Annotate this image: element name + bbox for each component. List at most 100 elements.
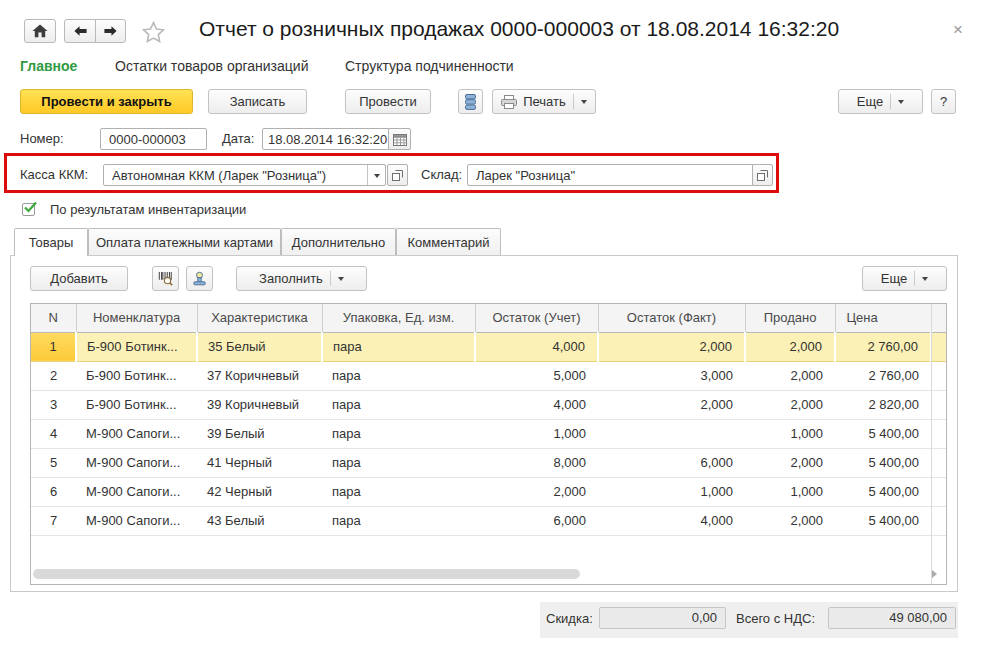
tab-comment[interactable]: Комментарий: [396, 228, 501, 255]
table-cell[interactable]: 6: [31, 477, 76, 506]
column-header-price[interactable]: Цена: [835, 304, 931, 332]
column-header-balance-accounting[interactable]: Остаток (Учет): [475, 304, 598, 332]
table-row[interactable]: 2Б-900 Ботинк...37 Коричневыйпара5,0003,…: [31, 361, 946, 390]
kkm-dropdown-button[interactable]: [367, 165, 385, 185]
table-cell[interactable]: М-900 Сапоги...: [76, 477, 197, 506]
table-cell[interactable]: 43 Белый: [197, 506, 322, 535]
table-row[interactable]: 7М-900 Сапоги...43 Белыйпара6,0004,0002,…: [31, 506, 946, 535]
more-button[interactable]: Еще: [838, 89, 923, 114]
table-cell[interactable]: [931, 477, 946, 506]
table-cell[interactable]: 5 400,00: [835, 419, 931, 448]
add-row-button[interactable]: Добавить: [30, 266, 128, 291]
table-cell[interactable]: 6,000: [598, 448, 745, 477]
table-cell[interactable]: [931, 506, 946, 535]
warehouse-open-button[interactable]: [752, 164, 773, 186]
table-cell[interactable]: пара: [322, 419, 475, 448]
table-cell[interactable]: 5 400,00: [835, 506, 931, 535]
table-row[interactable]: 6М-900 Сапоги...42 Черныйпара2,0001,0001…: [31, 477, 946, 506]
table-cell[interactable]: 5 400,00: [835, 448, 931, 477]
table-row[interactable]: 4М-900 Сапоги...39 Белыйпара1,0001,0005 …: [31, 419, 946, 448]
price-check-button[interactable]: [186, 266, 213, 291]
table-cell[interactable]: 4,000: [475, 332, 598, 361]
horizontal-scrollbar-thumb[interactable]: [33, 569, 580, 579]
table-cell[interactable]: 1,000: [745, 477, 835, 506]
date-field[interactable]: 18.08.2014 16:32:20: [262, 128, 390, 150]
table-cell[interactable]: М-900 Сапоги...: [76, 419, 197, 448]
post-button[interactable]: Провести: [345, 89, 431, 114]
table-cell[interactable]: 4,000: [475, 390, 598, 419]
table-cell[interactable]: 39 Коричневый: [197, 390, 322, 419]
column-header-n[interactable]: N: [31, 304, 76, 332]
close-button[interactable]: ×: [953, 22, 963, 38]
favorite-star-button[interactable]: [142, 21, 165, 46]
scrollbar-right-arrow-icon[interactable]: [932, 570, 941, 578]
table-cell[interactable]: 6,000: [475, 506, 598, 535]
kkm-combo[interactable]: Автономная ККМ (Ларек "Розница"): [103, 164, 386, 186]
table-cell[interactable]: 42 Черный: [197, 477, 322, 506]
write-button[interactable]: Записать: [208, 89, 307, 114]
table-cell[interactable]: [931, 390, 946, 419]
table-cell[interactable]: 2,000: [598, 332, 745, 361]
tab-additional[interactable]: Дополнительно: [281, 228, 396, 255]
table-cell[interactable]: 2,000: [745, 332, 835, 361]
table-cell[interactable]: 39 Белый: [197, 419, 322, 448]
table-cell[interactable]: 1,000: [598, 477, 745, 506]
table-cell[interactable]: 2,000: [745, 361, 835, 390]
table-cell[interactable]: 1,000: [475, 419, 598, 448]
column-header-characteristic[interactable]: Характеристика: [197, 304, 322, 332]
table-cell[interactable]: 5,000: [475, 361, 598, 390]
column-header-packaging[interactable]: Упаковка, Ед. изм.: [322, 304, 475, 332]
table-cell[interactable]: Б-900 Ботинк...: [76, 390, 197, 419]
nav-link-main[interactable]: Главное: [20, 58, 77, 74]
table-cell[interactable]: М-900 Сапоги...: [76, 448, 197, 477]
tab-card-payments[interactable]: Оплата платежными картами: [88, 228, 281, 255]
table-cell[interactable]: 35 Белый: [197, 332, 322, 361]
posting-structure-button[interactable]: [458, 89, 483, 114]
table-cell[interactable]: 2 760,00: [835, 332, 931, 361]
table-cell[interactable]: 7: [31, 506, 76, 535]
post-and-close-button[interactable]: Провести и закрыть: [20, 89, 193, 114]
table-cell[interactable]: 5 400,00: [835, 477, 931, 506]
inventory-checkbox[interactable]: [22, 203, 35, 216]
table-cell[interactable]: 2,000: [745, 506, 835, 535]
fill-button[interactable]: Заполнить: [236, 266, 367, 291]
column-header-balance-fact[interactable]: Остаток (Факт): [598, 304, 745, 332]
back-button[interactable]: [64, 19, 96, 43]
nav-link-stock[interactable]: Остатки товаров организаций: [115, 58, 308, 74]
date-picker-button[interactable]: [388, 128, 411, 150]
table-cell[interactable]: пара: [322, 448, 475, 477]
table-cell[interactable]: 2,000: [475, 477, 598, 506]
table-cell[interactable]: [931, 361, 946, 390]
table-cell[interactable]: пара: [322, 361, 475, 390]
discount-field[interactable]: 0,00: [599, 607, 726, 629]
table-cell[interactable]: 2,000: [745, 390, 835, 419]
home-button[interactable]: [24, 19, 56, 43]
table-cell[interactable]: 3,000: [598, 361, 745, 390]
print-button[interactable]: Печать: [492, 89, 596, 114]
table-cell[interactable]: Б-900 Ботинк...: [76, 361, 197, 390]
help-button[interactable]: ?: [931, 89, 956, 114]
table-cell[interactable]: 41 Черный: [197, 448, 322, 477]
table-cell[interactable]: 2: [31, 361, 76, 390]
forward-button[interactable]: [95, 19, 126, 43]
number-field[interactable]: 0000-000003: [100, 128, 207, 150]
table-more-button[interactable]: Еще: [862, 266, 947, 291]
table-row[interactable]: 5М-900 Сапоги...41 Черныйпара8,0006,0002…: [31, 448, 946, 477]
table-cell[interactable]: [931, 419, 946, 448]
table-cell[interactable]: 2 820,00: [835, 390, 931, 419]
table-cell[interactable]: [931, 448, 946, 477]
table-cell[interactable]: 1,000: [745, 419, 835, 448]
column-header-sold[interactable]: Продано: [745, 304, 835, 332]
table-cell[interactable]: 2 760,00: [835, 361, 931, 390]
table-cell[interactable]: М-900 Сапоги...: [76, 506, 197, 535]
column-header-nomenclature[interactable]: Номенклатура: [76, 304, 197, 332]
nav-link-structure[interactable]: Структура подчиненности: [345, 58, 514, 74]
table-cell[interactable]: Б-900 Ботинк...: [76, 332, 197, 361]
table-cell[interactable]: 1: [31, 332, 76, 361]
total-field[interactable]: 49 080,00: [828, 607, 956, 629]
table-cell[interactable]: 5: [31, 448, 76, 477]
table-cell[interactable]: 4: [31, 419, 76, 448]
table-row[interactable]: 1Б-900 Ботинк...35 Белыйпара4,0002,0002,…: [31, 332, 946, 361]
warehouse-field[interactable]: Ларек "Розница": [467, 164, 754, 186]
table-cell[interactable]: 3: [31, 390, 76, 419]
